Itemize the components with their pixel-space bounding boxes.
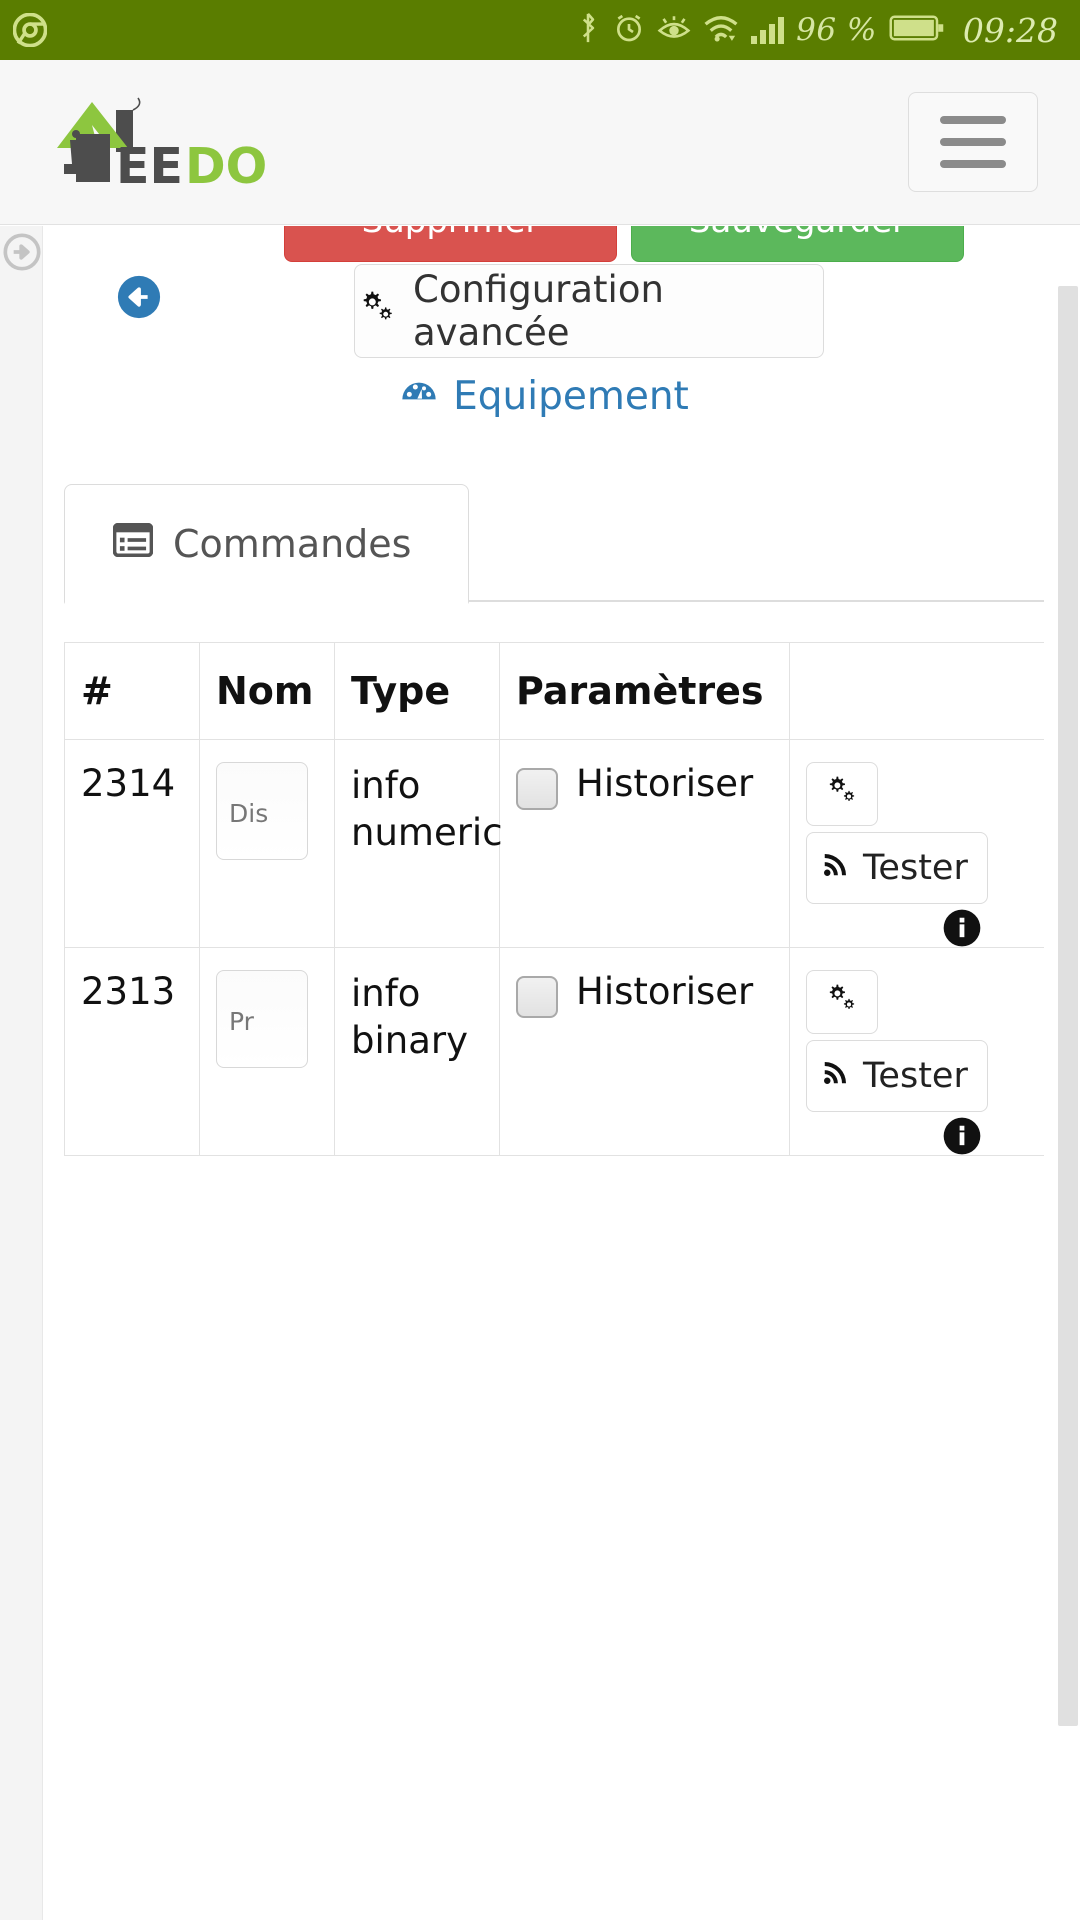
save-button-label: Sauvegarder (632, 226, 963, 238)
svg-text:EE: EE (116, 138, 183, 192)
signal-bars-icon (751, 16, 785, 44)
list-alt-icon (112, 522, 154, 566)
row-config-button[interactable] (806, 762, 878, 826)
column-header-parametres: Paramètres (499, 642, 790, 740)
column-header-actions (789, 642, 1044, 740)
commandes-table: # Nom Type Paramètres 2314 Dis info nume… (64, 642, 1044, 1156)
tab-commandes[interactable]: Commandes (64, 484, 469, 604)
column-header-nom: Nom (199, 642, 335, 740)
row-config-button[interactable] (806, 970, 878, 1034)
jeedom-logo[interactable]: EE DOM (40, 92, 270, 192)
historiser-label: Historiser (576, 762, 754, 805)
chrome-icon (0, 13, 60, 47)
configuration-avancee-label: Configuration avancée (413, 268, 664, 354)
table-row: 2313 Pr info binary Historiser Tester (64, 947, 1044, 1158)
cell-actions: Tester (789, 947, 1044, 1158)
delete-button[interactable]: Supprimer (284, 226, 617, 262)
arrow-circle-left-icon (117, 275, 161, 319)
cell-type: info numeric (334, 739, 503, 948)
page-content: Supprimer Sauvegarder Configuration avan… (44, 226, 1044, 1920)
tester-button-label: Tester (863, 1056, 968, 1096)
historiser-checkbox[interactable] (516, 976, 558, 1018)
left-gutter (0, 226, 43, 1920)
cell-nom: Dis (199, 739, 335, 948)
wifi-icon (703, 13, 739, 47)
status-clock: 09:28 (962, 10, 1058, 50)
rss-icon (821, 848, 851, 888)
cell-parametres: Historiser (499, 947, 790, 1156)
configuration-avancee-button[interactable]: Configuration avancée (354, 264, 824, 358)
hamburger-menu-button[interactable] (908, 92, 1038, 192)
info-circle-icon[interactable] (940, 906, 984, 950)
column-header-id: # (64, 642, 200, 740)
cogs-icon (355, 286, 397, 337)
rss-icon (821, 1056, 851, 1096)
tab-bar: Commandes (64, 484, 1044, 604)
scrollbar-thumb[interactable] (1058, 286, 1078, 1726)
cell-type: info binary (334, 947, 500, 1156)
column-header-type: Type (334, 642, 500, 740)
cell-actions: Tester (789, 739, 1044, 950)
app-header: EE DOM (0, 60, 1080, 225)
cell-nom: Pr (199, 947, 335, 1156)
action-buttons-row: Supprimer Sauvegarder (284, 226, 1044, 262)
battery-icon (889, 13, 945, 47)
tester-button[interactable]: Tester (806, 1040, 988, 1112)
cogs-icon (825, 773, 859, 816)
cell-parametres: Historiser (499, 739, 790, 948)
historiser-checkbox[interactable] (516, 768, 558, 810)
cogs-icon (825, 981, 859, 1024)
android-status-bar: 96 % 09:28 (0, 0, 1080, 60)
info-circle-icon[interactable] (940, 1114, 984, 1158)
bluetooth-icon (575, 11, 601, 49)
equipement-label: Equipement (453, 373, 689, 419)
hamburger-menu-icon (940, 160, 1006, 168)
tab-commandes-label: Commandes (173, 521, 412, 566)
alarm-clock-icon (613, 12, 645, 48)
table-header-row: # Nom Type Paramètres (64, 642, 1044, 740)
battery-percent: 96 % (796, 12, 877, 48)
vertical-scrollbar[interactable] (1056, 226, 1080, 1920)
cell-id: 2313 (64, 947, 200, 1156)
historiser-label: Historiser (576, 970, 754, 1013)
table-row: 2314 Dis info numeric Historiser Tester (64, 739, 1044, 950)
nom-input[interactable]: Dis (216, 762, 308, 860)
eye-icon (657, 13, 691, 47)
tester-button[interactable]: Tester (806, 832, 988, 904)
save-button[interactable]: Sauvegarder (631, 226, 964, 262)
tester-button-label: Tester (863, 848, 968, 888)
tachometer-icon (399, 371, 439, 421)
nom-input[interactable]: Pr (216, 970, 308, 1068)
svg-text:DOM: DOM (185, 138, 270, 192)
equipement-title[interactable]: Equipement (44, 371, 1044, 421)
arrow-circle-right-icon[interactable] (2, 232, 42, 272)
cell-id: 2314 (64, 739, 200, 948)
back-button[interactable] (116, 274, 162, 320)
hamburger-menu-icon (940, 116, 1006, 124)
delete-button-label: Supprimer (285, 226, 616, 238)
hamburger-menu-icon (940, 138, 1006, 146)
